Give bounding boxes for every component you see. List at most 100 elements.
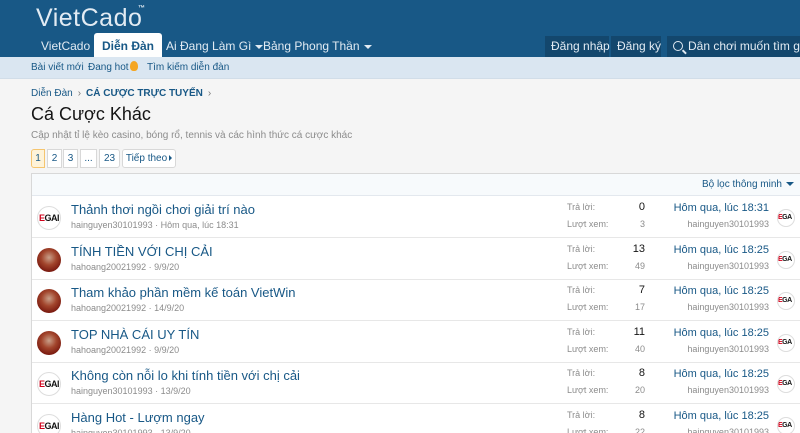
nav-item-label: VietCado <box>41 39 91 53</box>
thread-date[interactable]: 13/9/20 <box>161 428 191 433</box>
thread-title[interactable]: TÍNH TIỀN VỚI CHỊ CẢI <box>71 244 213 259</box>
chevron-right-icon: › <box>77 88 82 99</box>
chevron-down-icon <box>786 182 794 187</box>
register-button[interactable]: Đăng ký <box>611 36 661 57</box>
last-post-user[interactable]: hainguyen30101993 <box>687 261 769 271</box>
thread-title[interactable]: Tham khảo phần mềm kế toán VietWin <box>71 285 296 300</box>
nav-item-label: Diễn Đàn <box>102 39 155 53</box>
thread-author[interactable]: hahoang20021992 <box>71 262 146 272</box>
last-post-user[interactable]: hainguyen30101993 <box>687 219 769 229</box>
breadcrumb-root[interactable]: Diễn Đàn <box>31 88 73 99</box>
chevron-down-icon <box>363 44 372 49</box>
thread-date[interactable]: 9/9/20 <box>154 262 179 272</box>
egal-logo-icon: EGAl <box>39 379 60 389</box>
login-button[interactable]: Đăng nhập <box>545 36 610 57</box>
avatar[interactable] <box>37 289 61 313</box>
thread-author[interactable]: hainguyen30101993 <box>71 220 153 230</box>
last-poster-avatar[interactable]: EGA <box>777 209 795 227</box>
thread-title[interactable]: TOP NHÀ CÁI UY TÍN <box>71 327 199 342</box>
last-post-time[interactable]: Hôm qua, lúc 18:25 <box>674 285 769 297</box>
last-post-time[interactable]: Hôm qua, lúc 18:25 <box>674 410 769 422</box>
last-poster-avatar[interactable]: EGA <box>777 416 795 433</box>
egal-logo-icon: EGA <box>778 338 792 346</box>
site-logo[interactable]: VietCado <box>36 4 142 33</box>
last-post-user[interactable]: hainguyen30101993 <box>687 344 769 354</box>
egal-logo-icon: EGA <box>778 297 792 304</box>
fire-icon <box>129 61 138 71</box>
thread-meta: hainguyen30101993 · 13/9/20 <box>71 428 191 433</box>
last-post-time[interactable]: Hôm qua, lúc 18:25 <box>674 244 769 256</box>
nav-item-leaderboard[interactable]: Bảng Phong Thần <box>255 36 380 57</box>
replies-label: Trả lời: <box>567 202 596 212</box>
avatar[interactable] <box>37 330 61 355</box>
thread-date[interactable]: 13/9/20 <box>161 386 191 396</box>
avatar[interactable]: EGAl <box>37 413 61 433</box>
filter-bar: Bộ lọc thông minh <box>32 174 800 196</box>
page-ellipsis[interactable]: ... <box>80 149 97 168</box>
smart-filter-button[interactable]: Bộ lọc thông minh <box>702 179 794 190</box>
views-count: 40 <box>634 343 645 354</box>
thread-title[interactable]: Hàng Hot - Lượm ngay <box>71 410 205 425</box>
egal-logo-icon: EGA <box>778 255 792 263</box>
chevron-right-icon <box>169 155 173 161</box>
replies-label: Trả lời: <box>567 409 596 420</box>
thread-meta: hainguyen30101993 · 13/9/20 <box>71 386 191 396</box>
last-post-user[interactable]: hainguyen30101993 <box>687 427 769 433</box>
last-poster-avatar[interactable]: EGA <box>777 333 795 352</box>
thread-meta: hahoang20021992 · 9/9/20 <box>71 261 180 272</box>
last-poster-avatar[interactable]: EGA <box>777 375 795 393</box>
thread-row[interactable]: Tham khảo phần mềm kế toán VietWin hahoan… <box>32 280 800 321</box>
thread-row[interactable]: TOP NHÀ CÁI UY TÍN hahoang20021992 · 9/9/… <box>32 321 800 363</box>
page-description: Cập nhật tỉ lệ kèo casino, bóng rổ, tenn… <box>31 130 353 141</box>
thread-row[interactable]: EGAl Không còn nỗi lo khi tính tiền với c… <box>32 363 800 404</box>
thread-author[interactable]: hahoang20021992 <box>71 345 146 355</box>
thread-author[interactable]: hainguyen30101993 <box>71 386 153 396</box>
subnav-hot[interactable]: Đang hot <box>88 57 138 79</box>
thread-list: Bộ lọc thông minh EGAl Thảnh thơi ngồi ch… <box>31 173 800 433</box>
page-button-3[interactable]: 3 <box>63 149 78 168</box>
page-button-23[interactable]: 23 <box>99 149 120 168</box>
search-button[interactable]: Dân chơi muốn tìm gì? <box>667 36 800 57</box>
thread-date[interactable]: 9/9/20 <box>154 345 179 355</box>
last-poster-avatar[interactable]: EGA <box>777 292 795 310</box>
last-poster-avatar[interactable]: EGA <box>777 250 795 269</box>
next-page-button[interactable]: Tiếp theo <box>122 149 176 168</box>
thread-date[interactable]: 14/9/20 <box>154 303 184 313</box>
thread-author[interactable]: hahoang20021992 <box>71 303 146 313</box>
last-post-time[interactable]: Hôm qua, lúc 18:25 <box>674 327 769 339</box>
last-post-time[interactable]: Hôm qua, lúc 18:31 <box>674 202 769 214</box>
nav-item-forums[interactable]: Diễn Đàn <box>94 33 163 57</box>
filter-label: Bộ lọc thông minh <box>701 179 782 190</box>
chevron-right-icon: › <box>207 88 212 99</box>
views-count: 3 <box>639 219 645 229</box>
page-title: Cá Cược Khác <box>31 104 151 124</box>
avatar[interactable] <box>37 247 61 272</box>
thread-row[interactable]: EGAl Hàng Hot - Lượm ngay hainguyen3010199… <box>32 404 800 433</box>
last-post-time[interactable]: Hôm qua, lúc 18:25 <box>674 368 769 380</box>
breadcrumb-current[interactable]: CÁ CƯỢC TRỰC TUYẾN <box>86 88 203 99</box>
page-button-2[interactable]: 2 <box>47 149 62 168</box>
replies-label: Trả lời: <box>567 368 596 378</box>
thread-meta: hainguyen30101993 · Hôm qua, lúc 18:31 <box>71 220 239 230</box>
views-label: Lượt xem: <box>567 426 609 433</box>
replies-count: 8 <box>638 408 645 421</box>
thread-row[interactable]: TÍNH TIỀN VỚI CHỊ CẢI hahoang20021992 · 9… <box>32 238 800 280</box>
thread-date[interactable]: Hôm qua, lúc 18:31 <box>161 220 239 230</box>
subnav-search-forums[interactable]: Tìm kiếm diễn đàn <box>147 57 229 79</box>
subnav-new-posts[interactable]: Bài viết mới <box>31 57 84 79</box>
nav-item-home[interactable]: VietCado <box>33 36 98 57</box>
breadcrumb: Diễn Đàn › CÁ CƯỢC TRỰC TUYẾN › <box>31 88 216 99</box>
egal-logo-icon: EGA <box>778 380 792 387</box>
last-post-user[interactable]: hainguyen30101993 <box>687 385 769 395</box>
next-label: Tiếp theo <box>125 153 168 164</box>
last-post-user[interactable]: hainguyen30101993 <box>687 302 769 312</box>
thread-title[interactable]: Thảnh thơi ngồi chơi giải trí nào <box>71 202 255 217</box>
avatar[interactable]: EGAl <box>37 372 61 396</box>
thread-author[interactable]: hainguyen30101993 <box>71 428 153 433</box>
page-button-1[interactable]: 1 <box>31 149 45 168</box>
replies-label: Trả lời: <box>567 326 596 337</box>
avatar[interactable]: EGAl <box>37 206 61 230</box>
egal-logo-icon: EGA <box>778 421 792 429</box>
thread-row[interactable]: EGAl Thảnh thơi ngồi chơi giải trí nào hai… <box>32 197 800 238</box>
thread-title[interactable]: Không còn nỗi lo khi tính tiền với chị c… <box>71 368 300 383</box>
